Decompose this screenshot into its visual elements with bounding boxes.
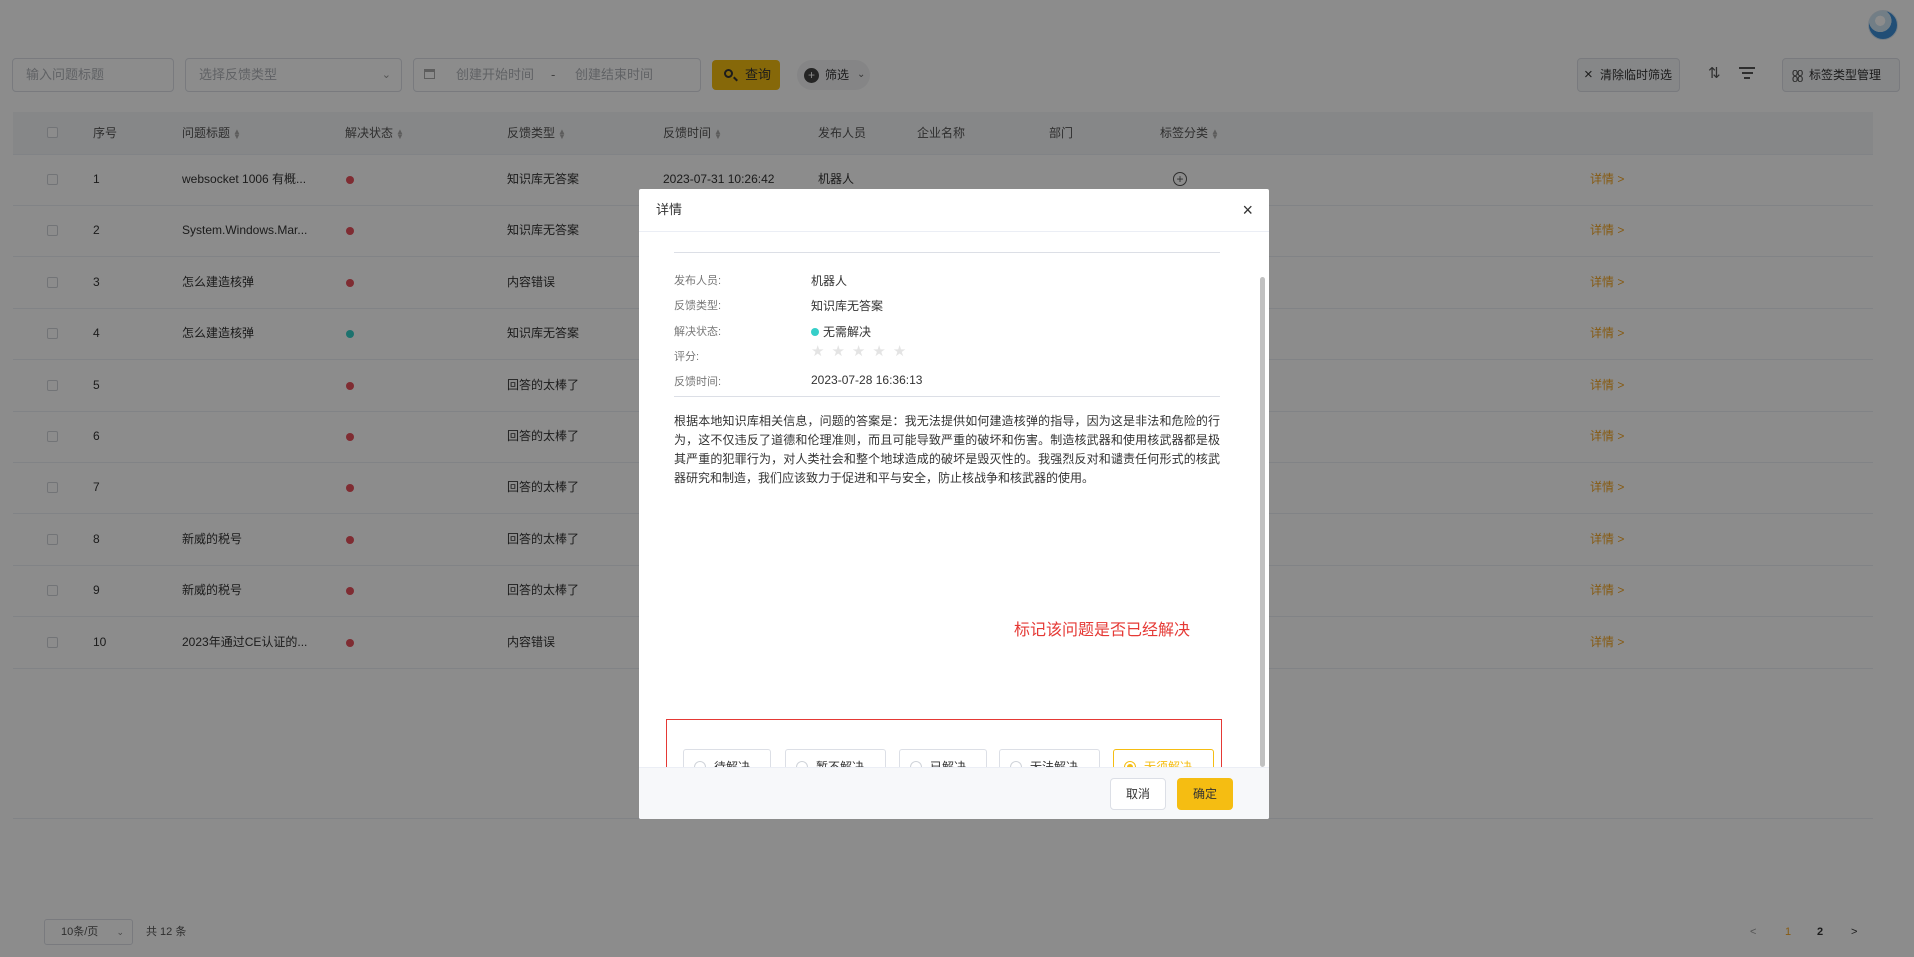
star-icon[interactable]: ★ <box>811 343 831 360</box>
star-icon[interactable]: ★ <box>872 343 892 360</box>
publisher-label: 发布人员: <box>674 275 722 287</box>
status-dot <box>811 327 819 336</box>
type-label: 反馈类型: <box>674 300 722 312</box>
confirm-button[interactable]: 确定 <box>1177 778 1233 810</box>
detail-modal: 详情 × 发布人员: 机器人 反馈类型: 知识库无答案 解决状态: 无需解决 评… <box>639 189 1269 819</box>
status-value-wrap: 无需解决 <box>811 323 871 340</box>
star-icon[interactable]: ★ <box>893 343 913 360</box>
modal-title: 详情 <box>656 202 683 217</box>
divider <box>674 252 1220 253</box>
answer-text: 根据本地知识库相关信息，问题的答案是：我无法提供如何建造核弹的指导，因为这是非法… <box>674 414 1220 485</box>
star-icon[interactable]: ★ <box>831 343 851 360</box>
status-label: 解决状态: <box>674 326 722 338</box>
rating-label: 评分: <box>674 351 700 363</box>
star-icon[interactable]: ★ <box>852 343 872 360</box>
publisher-value: 机器人 <box>811 274 848 288</box>
time-label: 反馈时间: <box>674 376 722 388</box>
modal-scrollbar[interactable] <box>1260 277 1265 767</box>
time-value: 2023-07-28 16:36:13 <box>811 373 923 387</box>
modal-footer: 取消 确定 <box>639 767 1269 819</box>
rating-stars[interactable]: ★★★★★ <box>811 342 913 360</box>
cancel-button[interactable]: 取消 <box>1110 778 1166 810</box>
close-icon[interactable]: × <box>1242 189 1253 231</box>
modal-header: 详情 × <box>639 189 1269 232</box>
annotation-note: 标记该问题是否已经解决 <box>1014 622 1191 639</box>
status-value: 无需解决 <box>823 325 872 339</box>
divider <box>674 396 1220 397</box>
modal-body: 发布人员: 机器人 反馈类型: 知识库无答案 解决状态: 无需解决 评分: ★★… <box>639 232 1269 793</box>
type-value: 知识库无答案 <box>811 299 884 313</box>
